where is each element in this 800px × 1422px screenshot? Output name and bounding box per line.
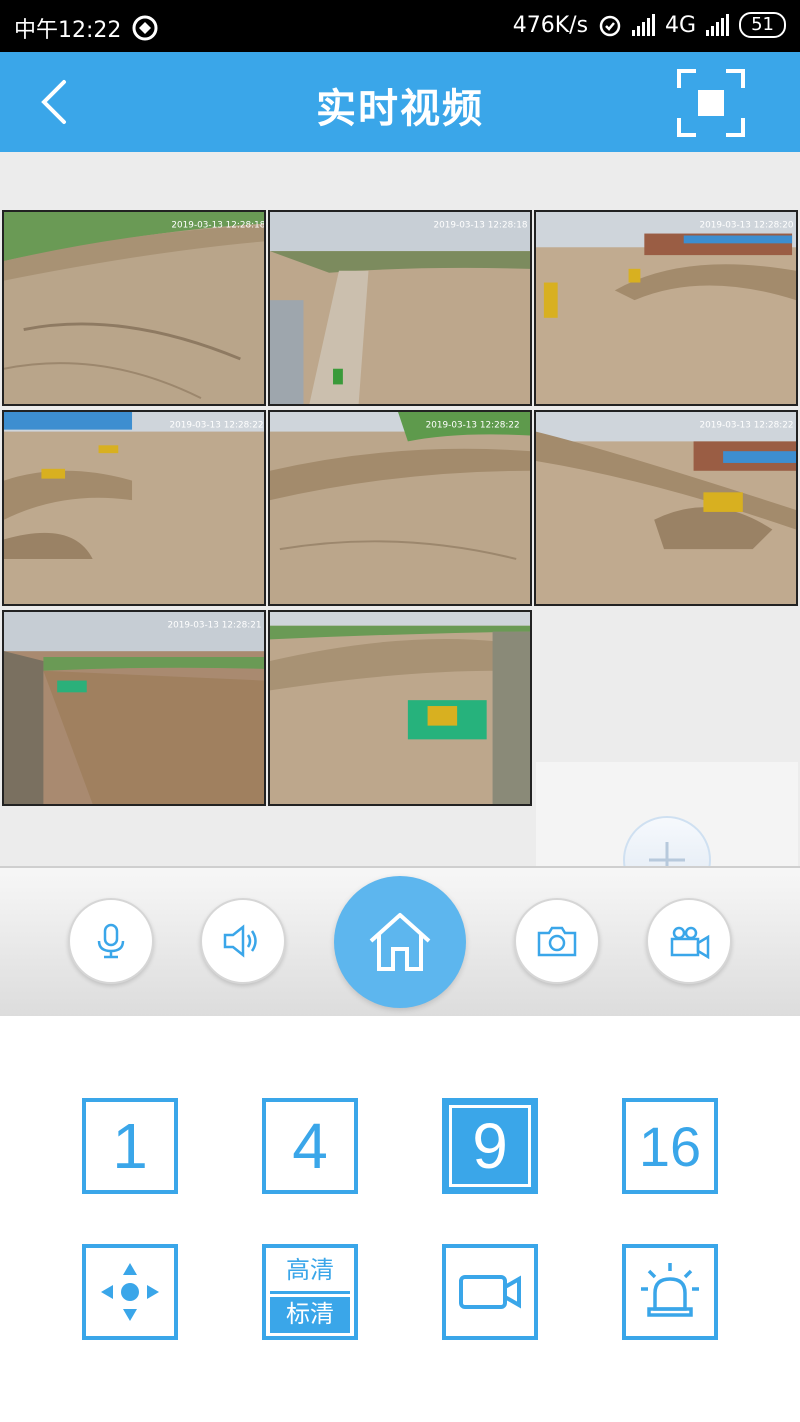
status-bar: 中午12:22 476K/s 4G 51 xyxy=(0,0,800,52)
split-9-button[interactable]: 9 xyxy=(442,1098,538,1194)
video-cell-5[interactable]: 2019-03-13 12:28:22 xyxy=(268,410,532,606)
quality-toggle-button[interactable]: 高清 标清 xyxy=(262,1244,358,1340)
home-icon xyxy=(369,913,431,971)
alarm-button[interactable] xyxy=(622,1244,718,1340)
video-cell-2[interactable]: 2019-03-13 12:28:18 xyxy=(268,210,532,406)
split-1-button[interactable]: 1 xyxy=(82,1098,178,1194)
fullscreen-icon[interactable] xyxy=(676,68,746,138)
ptz-control-button[interactable] xyxy=(82,1244,178,1340)
video-icon xyxy=(459,1275,521,1309)
video-record-button[interactable] xyxy=(442,1244,538,1340)
quality-sd-label: 标清 xyxy=(270,1297,350,1333)
video-camera-icon xyxy=(670,926,710,960)
video-timestamp: 2019-03-13 12:28:18 xyxy=(433,221,527,231)
alarm-icon xyxy=(599,15,621,37)
battery-level: 51 xyxy=(739,12,786,38)
siren-icon xyxy=(641,1263,699,1317)
direction-pad-icon xyxy=(101,1263,159,1321)
camera-icon xyxy=(537,926,577,957)
speaker-icon xyxy=(223,924,257,958)
split-16-label: 16 xyxy=(638,1114,702,1178)
status-time: 中午12:22 xyxy=(14,18,122,43)
app-bar: 实时视频 xyxy=(0,52,800,152)
speaker-button[interactable] xyxy=(200,898,286,984)
video-cell-6[interactable]: 2019-03-13 12:28:22 xyxy=(534,410,798,606)
snapshot-button[interactable] xyxy=(514,898,600,984)
video-cell-8[interactable] xyxy=(268,610,532,806)
video-timestamp: 2019-03-13 12:28:22 xyxy=(169,421,263,431)
notification-icon xyxy=(132,15,158,41)
video-cell-4[interactable]: 2019-03-13 12:28:22 xyxy=(2,410,266,606)
video-cell-1[interactable]: 2019-03-13 12:28:18 xyxy=(2,210,266,406)
microphone-icon xyxy=(97,923,125,959)
video-cell-3[interactable]: 2019-03-13 12:28:20 xyxy=(534,210,798,406)
video-timestamp: 2019-03-13 12:28:20 xyxy=(699,221,793,231)
video-timestamp: 2019-03-13 12:28:22 xyxy=(699,421,793,431)
split-16-button[interactable]: 16 xyxy=(622,1098,718,1194)
split-1-label: 1 xyxy=(112,1110,148,1182)
network-speed: 476K/s xyxy=(512,12,589,38)
network-type: 4G xyxy=(665,12,697,38)
control-toolbar xyxy=(0,866,800,1018)
home-button[interactable] xyxy=(334,876,466,1008)
microphone-button[interactable] xyxy=(68,898,154,984)
record-button[interactable] xyxy=(646,898,732,984)
signal-icon xyxy=(632,14,656,36)
layout-panel: 1 4 9 16 高清 标清 xyxy=(0,1016,800,1422)
split-4-button[interactable]: 4 xyxy=(262,1098,358,1194)
video-grid: 2019-03-13 12:28:18 2019-03-13 12:28:18 … xyxy=(0,152,800,958)
split-9-label: 9 xyxy=(472,1110,508,1182)
video-timestamp: 2019-03-13 12:28:21 xyxy=(167,621,261,631)
video-timestamp: 2019-03-13 12:28:22 xyxy=(426,421,520,431)
signal-icon-2 xyxy=(706,14,730,36)
split-4-label: 4 xyxy=(292,1110,328,1182)
quality-hd-label: 高清 xyxy=(270,1251,350,1294)
video-cell-7[interactable]: 2019-03-13 12:28:21 xyxy=(2,610,266,806)
video-timestamp: 2019-03-13 12:28:18 xyxy=(171,221,264,231)
